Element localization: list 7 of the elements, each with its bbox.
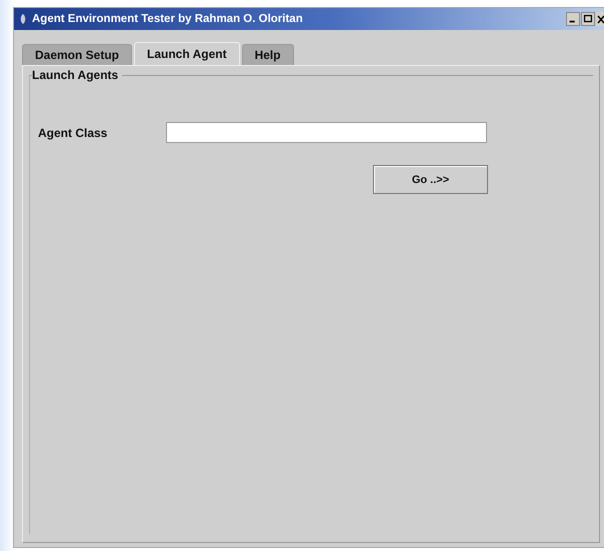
tab[interactable]: Launch Agent	[134, 42, 240, 65]
go-button[interactable]: Go ..>>	[373, 165, 488, 194]
field-label: Agent Class	[38, 126, 108, 140]
group-title: Launch Agents	[32, 68, 120, 82]
window-title: Agent Environment Tester by Rahman O. Oloritan	[32, 13, 304, 25]
tab[interactable]: Help	[242, 44, 294, 65]
tab[interactable]: Daemon Setup	[22, 44, 132, 65]
